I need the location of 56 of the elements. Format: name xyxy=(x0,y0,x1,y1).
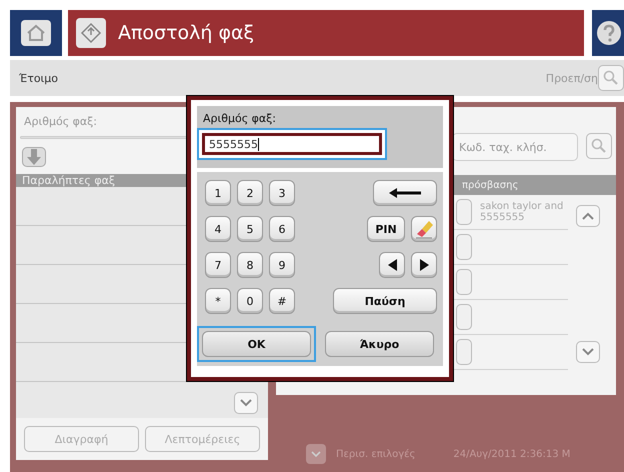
fax-send-icon xyxy=(76,18,106,48)
search-icon xyxy=(603,70,619,86)
search-icon xyxy=(591,138,607,154)
scroll-down-button[interactable] xyxy=(234,392,258,414)
entry-name: sakon taylor and 5555555 xyxy=(480,201,564,223)
chevron-down-icon xyxy=(582,348,594,356)
keypad-key[interactable]: 0 xyxy=(237,288,263,314)
help-button[interactable] xyxy=(592,10,624,56)
triangle-left-icon xyxy=(388,259,396,271)
keypad-key[interactable]: 6 xyxy=(269,216,295,242)
down-arrow-icon xyxy=(26,148,42,166)
keypad-key[interactable]: 3 xyxy=(269,180,295,206)
search-button[interactable] xyxy=(586,133,612,159)
chevron-down-icon xyxy=(240,399,252,407)
keypad-key[interactable]: * xyxy=(205,288,231,314)
home-icon xyxy=(21,20,51,46)
dialog-label: Αριθμός φαξ: xyxy=(202,112,277,127)
clear-key[interactable] xyxy=(411,216,437,242)
triangle-right-icon xyxy=(420,259,428,271)
speed-dial-button[interactable] xyxy=(456,269,472,295)
speed-dial-button[interactable] xyxy=(456,339,472,365)
field-label: Αριθμός φαξ: xyxy=(24,115,97,128)
add-button[interactable] xyxy=(22,147,46,167)
keypad-key[interactable]: # xyxy=(269,288,295,314)
scroll-up-button[interactable] xyxy=(576,205,600,227)
keypad-key[interactable]: 2 xyxy=(237,180,263,206)
pause-key[interactable]: Παύση xyxy=(333,288,437,314)
cursor-right-key[interactable] xyxy=(411,252,437,278)
keypad-key[interactable]: 4 xyxy=(205,216,231,242)
eraser-icon xyxy=(414,219,434,239)
speed-dial-button[interactable] xyxy=(456,234,472,260)
speed-dial-button[interactable] xyxy=(456,304,472,330)
help-icon xyxy=(596,20,622,46)
status-text: Έτοιμο xyxy=(18,72,58,84)
left-arrow-icon xyxy=(388,187,422,199)
keypad-key[interactable]: 9 xyxy=(269,252,295,278)
list-header-text: πρόσβασης xyxy=(462,180,518,190)
cancel-button[interactable]: Άκυρο xyxy=(325,331,434,357)
screen-title: Αποστολή φαξ xyxy=(118,22,254,44)
keypad-key[interactable]: 8 xyxy=(237,252,263,278)
backspace-key[interactable] xyxy=(373,180,437,206)
ok-button[interactable]: OK xyxy=(202,331,311,357)
speed-dial-button[interactable] xyxy=(456,199,472,225)
pin-key[interactable]: PIN xyxy=(367,216,405,242)
more-options-button[interactable] xyxy=(306,444,326,464)
keypad-key[interactable]: 1 xyxy=(205,180,231,206)
home-button[interactable] xyxy=(10,10,62,56)
chevron-down-icon xyxy=(311,450,321,458)
cursor-left-key[interactable] xyxy=(379,252,405,278)
keypad-key[interactable]: 5 xyxy=(237,216,263,242)
preset-label: Προεπ/ση xyxy=(546,72,598,84)
chevron-up-icon xyxy=(582,212,594,220)
scroll-down-button[interactable] xyxy=(576,341,600,363)
keypad-key[interactable]: 7 xyxy=(205,252,231,278)
fax-number-input[interactable]: 5555555 xyxy=(202,133,382,155)
search-button[interactable] xyxy=(598,65,624,91)
